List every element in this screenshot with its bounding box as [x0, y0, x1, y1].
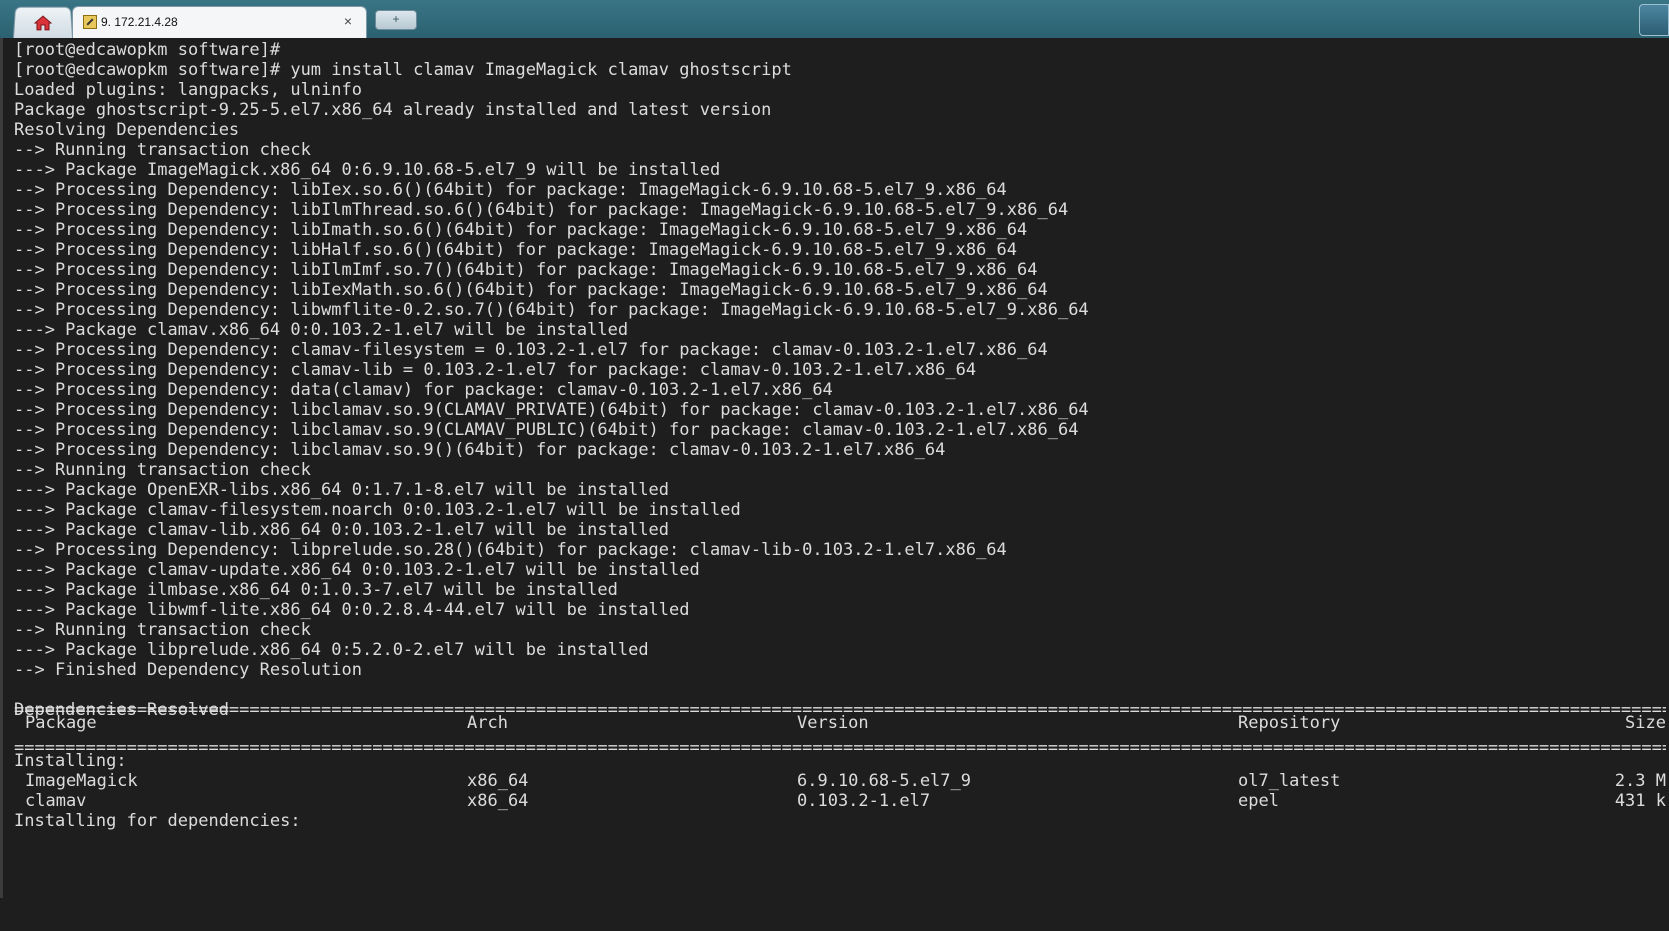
col-header-version: Version — [797, 713, 869, 733]
cell-size: 431 k — [1614, 791, 1666, 811]
installing-label-text: Installing: — [14, 751, 127, 771]
terminal-line: --> Finished Dependency Resolution — [14, 660, 362, 680]
col-header-size: Size — [1625, 713, 1666, 733]
deps-label-text: Installing for dependencies: — [14, 811, 301, 831]
cell-repository: ol7_latest — [1238, 771, 1341, 791]
home-tab[interactable] — [12, 6, 74, 40]
terminal-line: --> Running transaction check — [14, 140, 311, 160]
col-header-package: Package — [25, 713, 97, 733]
terminal-line: [root@edcawopkm software]# yum install c… — [14, 60, 792, 80]
terminal-line: Package ghostscript-9.25-5.el7.x86_64 al… — [14, 100, 772, 120]
terminal-line: ---> Package clamav-filesystem.noarch 0:… — [14, 500, 741, 520]
terminal-line: ---> Package clamav-update.x86_64 0:0.10… — [14, 560, 700, 580]
cell-arch: x86_64 — [467, 771, 529, 791]
deps-label: Installing for dependencies: — [14, 811, 1666, 831]
terminal-line: ---> Package OpenEXR-libs.x86_64 0:1.7.1… — [14, 480, 670, 500]
terminal-line: ---> Package libwmf-lite.x86_64 0:0.2.8.… — [14, 600, 690, 620]
terminal-line: Loaded plugins: langpacks, ulninfo — [14, 80, 362, 100]
terminal-line: --> Processing Dependency: libclamav.so.… — [14, 440, 946, 460]
tab-bar: 9. 172.21.4.28 × + — [0, 0, 1669, 40]
window-menu-button[interactable] — [1639, 4, 1669, 36]
cell-repository: epel — [1238, 791, 1279, 811]
terminal-line: --> Processing Dependency: libclamav.so.… — [14, 420, 1079, 440]
terminal-line: ---> Package ImageMagick.x86_64 0:6.9.10… — [14, 160, 721, 180]
terminal-line: --> Processing Dependency: libwmflite-0.… — [14, 300, 1089, 320]
terminal-line: --> Running transaction check — [14, 460, 311, 480]
terminal-line: --> Processing Dependency: clamav-filesy… — [14, 340, 1048, 360]
new-tab-button[interactable]: + — [375, 10, 417, 30]
col-header-arch: Arch — [467, 713, 508, 733]
cell-size: 2.3 M — [1614, 771, 1666, 791]
terminal-line: --> Processing Dependency: clamav-lib = … — [14, 360, 977, 380]
session-tab-label: 9. 172.21.4.28 — [101, 15, 178, 29]
terminal-output[interactable]: [root@edcawopkm software]# [root@edcawopk… — [0, 38, 1669, 898]
terminal-line: [root@edcawopkm software]# — [14, 40, 281, 60]
terminal-line: --> Processing Dependency: libprelude.so… — [14, 540, 1007, 560]
terminal-line: --> Processing Dependency: libIlmThread.… — [14, 200, 1069, 220]
terminal-line: ---> Package clamav.x86_64 0:0.103.2-1.e… — [14, 320, 629, 340]
installing-label: Installing: — [14, 751, 1666, 771]
cell-version: 6.9.10.68-5.el7_9 — [797, 771, 971, 791]
terminal-lines: [root@edcawopkm software]# [root@edcawopk… — [14, 40, 1089, 740]
terminal-line: --> Processing Dependency: libIexMath.so… — [14, 280, 1048, 300]
terminal-line: --> Processing Dependency: libIex.so.6()… — [14, 180, 1007, 200]
terminal-line: --> Processing Dependency: data(clamav) … — [14, 380, 833, 400]
home-icon — [33, 15, 53, 31]
terminal-line: --> Processing Dependency: libImath.so.6… — [14, 220, 1028, 240]
table-row: ImageMagick x86_64 6.9.10.68-5.el7_9 ol7… — [14, 771, 1666, 791]
close-tab-icon[interactable]: × — [344, 13, 352, 29]
terminal-session-icon — [83, 15, 97, 29]
cell-version: 0.103.2-1.el7 — [797, 791, 931, 811]
session-tab[interactable]: 9. 172.21.4.28 × — [72, 6, 367, 39]
table-header-row: Package Arch Version Repository Size — [14, 713, 1666, 733]
terminal-line: ---> Package ilmbase.x86_64 0:1.0.3-7.el… — [14, 580, 618, 600]
terminal-line: ---> Package libprelude.x86_64 0:5.2.0-2… — [14, 640, 649, 660]
cell-arch: x86_64 — [467, 791, 529, 811]
cell-package: ImageMagick — [25, 771, 138, 791]
terminal-line: Resolving Dependencies — [14, 120, 240, 140]
terminal-line: --> Processing Dependency: libHalf.so.6(… — [14, 240, 1018, 260]
terminal-line: --> Processing Dependency: libIlmImf.so.… — [14, 260, 1038, 280]
table-row: clamav x86_64 0.103.2-1.el7 epel 431 k — [14, 791, 1666, 811]
terminal-line: --> Processing Dependency: libclamav.so.… — [14, 400, 1089, 420]
col-header-repository: Repository — [1238, 713, 1341, 733]
terminal-line: ---> Package clamav-lib.x86_64 0:0.103.2… — [14, 520, 670, 540]
cell-package: clamav — [25, 791, 87, 811]
terminal-line: --> Running transaction check — [14, 620, 311, 640]
